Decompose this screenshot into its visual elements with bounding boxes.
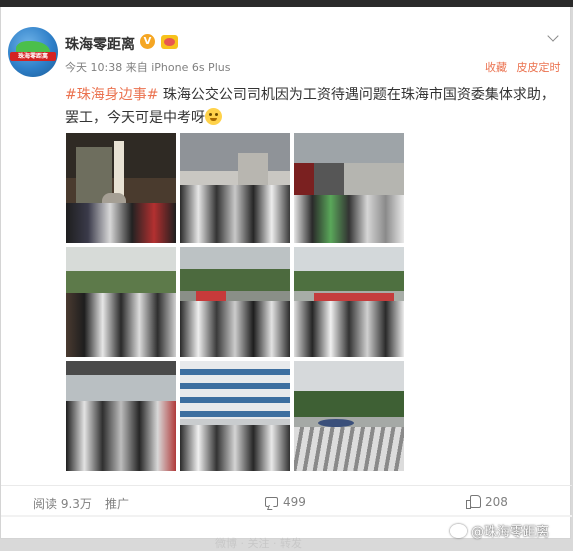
post-time[interactable]: 今天 10:38	[65, 61, 122, 74]
timer-link[interactable]: 皮皮定时	[517, 61, 561, 74]
chevron-down-icon[interactable]	[546, 31, 560, 45]
favorite-link[interactable]: 收藏	[485, 61, 507, 74]
post-image[interactable]	[180, 361, 290, 471]
watermark: @珠海零距离	[450, 521, 549, 540]
post-image[interactable]	[66, 247, 176, 357]
comment-button[interactable]: 499	[265, 495, 306, 509]
post-image[interactable]	[180, 133, 290, 243]
post-stats-bar: 阅读 9.3万 推广 499 208	[1, 485, 572, 517]
comment-icon	[265, 497, 278, 507]
top-bar	[0, 0, 573, 7]
comment-count: 499	[283, 495, 306, 509]
post-image[interactable]	[294, 247, 404, 357]
like-count: 208	[485, 495, 508, 509]
post-source[interactable]: iPhone 6s Plus	[151, 61, 230, 74]
post-actions: 收藏 皮皮定时	[485, 59, 561, 75]
weibo-post-card: 珠海零距离 珠海零距离 V 今天 10:38 来自 iPhone 6s Plus…	[0, 7, 572, 550]
thumbs-up-icon	[466, 495, 481, 509]
member-crown-icon	[161, 35, 178, 49]
post-image[interactable]	[294, 133, 404, 243]
post-body: #珠海身边事# 珠海公交公司司机因为工资待遇问题在珠海市国资委集体求助，罢工，今…	[65, 84, 565, 130]
avatar[interactable]: 珠海零距离	[8, 27, 58, 77]
post-meta: 今天 10:38 来自 iPhone 6s Plus	[65, 59, 230, 75]
footer-faint-text: 微博 · 关注 · 转发	[215, 537, 302, 550]
username[interactable]: 珠海零距离	[65, 34, 135, 54]
post-image[interactable]	[66, 133, 176, 243]
weibo-logo-icon	[450, 524, 467, 538]
post-image[interactable]	[66, 361, 176, 471]
divider	[1, 515, 572, 517]
like-button[interactable]: 208	[466, 495, 508, 509]
read-count: 阅读 9.3万	[33, 497, 92, 511]
promote-button[interactable]: 推广	[105, 495, 129, 512]
post-image[interactable]	[180, 247, 290, 357]
avatar-banner-text: 珠海零距离	[17, 53, 48, 60]
image-grid	[66, 133, 406, 473]
source-prefix: 来自	[125, 61, 148, 74]
verified-badge-icon: V	[140, 34, 155, 49]
avatar-banner: 珠海零距离	[10, 52, 56, 61]
hashtag-link[interactable]: #珠海身边事#	[65, 87, 158, 103]
watermark-text: @珠海零距离	[471, 525, 550, 540]
confused-face-emoji-icon	[205, 108, 222, 125]
post-image[interactable]	[294, 361, 404, 471]
